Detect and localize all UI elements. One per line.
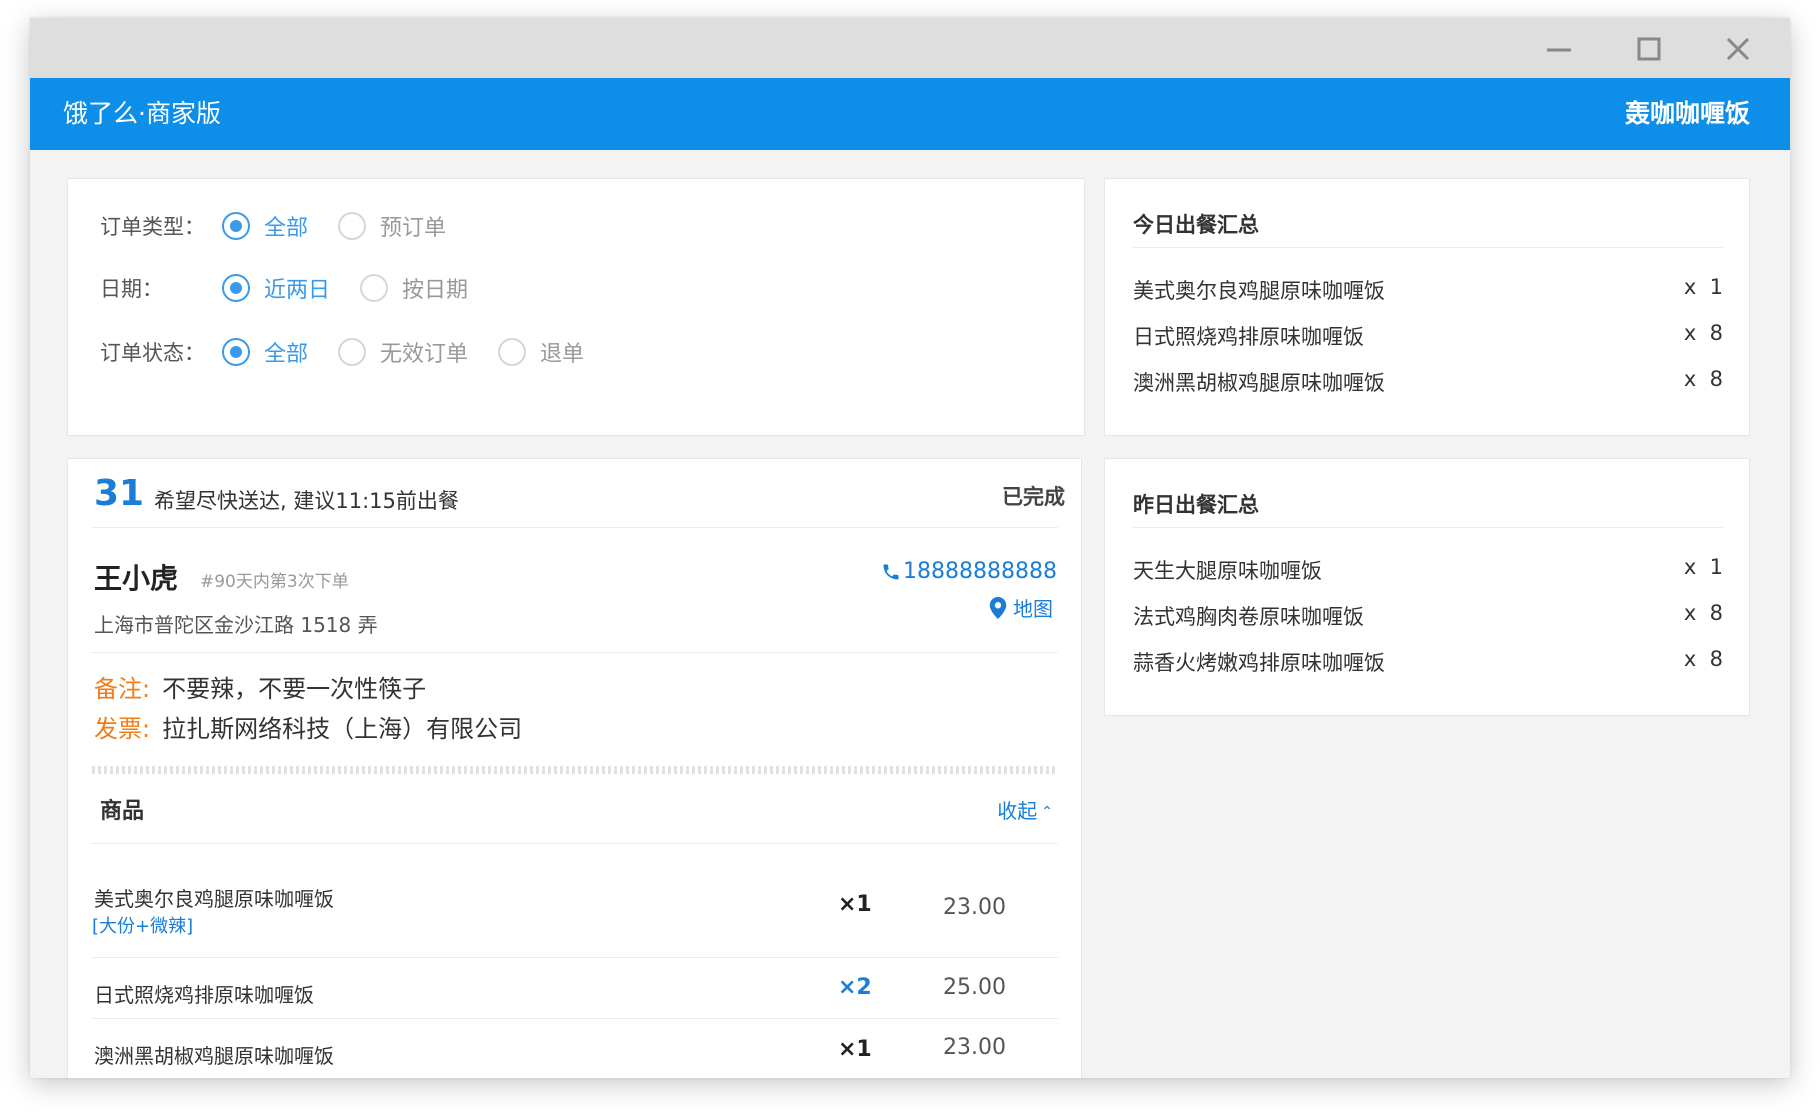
summary-row: 澳洲黑胡椒鸡腿原味咖喱饭 x 8: [1133, 367, 1723, 395]
radio-date-by-date[interactable]: 按日期: [360, 272, 468, 304]
summary-row: 美式奥尔良鸡腿原味咖喱饭 x 1: [1133, 275, 1723, 303]
item-name: 澳洲黑胡椒鸡腿原味咖喱饭: [94, 1044, 334, 1068]
shop-name[interactable]: 轰咖咖喱饭: [1625, 78, 1750, 150]
goods-title: 商品: [100, 799, 145, 824]
summary-row: 蒜香火烤嫩鸡排原味咖喱饭 x 8: [1133, 647, 1723, 675]
yesterday-summary-title: 昨日出餐汇总: [1133, 493, 1259, 517]
radio-status-refund[interactable]: 退单: [498, 336, 584, 368]
item-price: 23.00: [943, 895, 1006, 920]
app-header: 饿了么·商家版 轰咖咖喱饭: [30, 78, 1790, 150]
dashed-divider: [92, 766, 1058, 774]
summary-row: 天生大腿原味咖喱饭 x 1: [1133, 555, 1723, 583]
remark-row: 备注: 不要辣，不要一次性筷子: [94, 669, 426, 704]
title-bar: [30, 18, 1790, 78]
today-summary-title: 今日出餐汇总: [1133, 213, 1259, 237]
radio-date-recent[interactable]: 近两日: [222, 272, 330, 304]
summary-row: 日式照烧鸡排原味咖喱饭 x 8: [1133, 321, 1723, 349]
maximize-icon[interactable]: [1632, 32, 1666, 66]
today-summary-card: 今日出餐汇总 美式奥尔良鸡腿原味咖喱饭 x 1 日式照烧鸡排原味咖喱饭 x 8 澳洲…: [1104, 178, 1750, 436]
customer-order-note: #90天内第3次下单: [200, 572, 349, 592]
filter-date: 日期： 近两日 按日期: [100, 271, 498, 305]
radio-icon: [222, 274, 250, 302]
item-name: 美式奥尔良鸡腿原味咖喱饭: [94, 887, 334, 911]
divider: [92, 652, 1058, 653]
item-price: 25.00: [943, 975, 1006, 1000]
customer-address: 上海市普陀区金沙江路 1518 弄: [94, 613, 378, 637]
item-name: 日式照烧鸡排原味咖喱饭: [94, 983, 314, 1007]
radio-order-type-preorder[interactable]: 预订单: [338, 210, 446, 242]
collapse-button[interactable]: 收起 ⌃: [997, 795, 1053, 824]
app-window: 饿了么·商家版 轰咖咖喱饭 订单类型： 全部 预订单 日期： 近两日 按日期 订…: [30, 18, 1790, 1078]
item-price: 23.00: [943, 1035, 1006, 1060]
minimize-icon[interactable]: [1542, 32, 1576, 66]
filter-label: 订单状态：: [100, 341, 205, 365]
radio-icon: [360, 274, 389, 302]
radio-icon: [338, 212, 367, 240]
filter-order-type: 订单类型： 全部 预订单: [100, 209, 476, 243]
invoice-row: 发票: 拉扎斯网络科技（上海）有限公司: [94, 709, 522, 744]
customer-phone[interactable]: 18888888888: [881, 559, 1057, 584]
item-quantity: ×2: [838, 975, 872, 1000]
radio-order-type-all[interactable]: 全部: [222, 210, 308, 242]
divider: [1133, 247, 1723, 248]
remark-text: 不要辣，不要一次性筷子: [162, 675, 427, 703]
radio-icon: [498, 338, 527, 366]
order-status: 已完成: [1002, 485, 1065, 509]
item-quantity: ×1: [838, 892, 872, 917]
divider: [92, 1018, 1058, 1019]
filter-order-status: 订单状态： 全部 无效订单 退单: [100, 335, 614, 369]
radio-status-all[interactable]: 全部: [222, 336, 308, 368]
radio-icon: [222, 212, 250, 240]
filter-label: 日期：: [100, 277, 163, 301]
invoice-text: 拉扎斯网络科技（上海）有限公司: [162, 715, 523, 743]
order-hint: 希望尽快送达, 建议11:15前出餐: [154, 489, 459, 513]
summary-row: 法式鸡胸肉卷原味咖喱饭 x 8: [1133, 601, 1723, 629]
divider: [92, 843, 1058, 844]
order-card: 31 希望尽快送达, 建议11:15前出餐 已完成 王小虎 #90天内第3次下单…: [67, 458, 1082, 1078]
phone-icon: [883, 564, 899, 579]
divider: [92, 527, 1058, 528]
filter-panel: 订单类型： 全部 预订单 日期： 近两日 按日期 订单状态： 全部 无效订单 退…: [67, 178, 1085, 436]
item-quantity: ×1: [838, 1037, 872, 1062]
location-pin-icon: [989, 596, 1007, 619]
item-spec: [大份+微辣]: [92, 916, 194, 937]
divider: [92, 957, 1058, 958]
divider: [1133, 527, 1723, 528]
close-icon[interactable]: [1721, 32, 1755, 66]
map-link[interactable]: 地图: [989, 593, 1053, 622]
remark-label: 备注:: [94, 675, 151, 703]
order-number: 31: [94, 473, 145, 514]
radio-icon: [338, 338, 367, 366]
filter-label: 订单类型：: [100, 215, 205, 239]
yesterday-summary-card: 昨日出餐汇总 天生大腿原味咖喱饭 x 1 法式鸡胸肉卷原味咖喱饭 x 8 蒜香火烤嫩…: [1104, 458, 1750, 716]
customer-name: 王小虎: [94, 562, 179, 595]
chevron-up-icon: ⌃: [1041, 804, 1053, 820]
invoice-label: 发票:: [94, 715, 151, 743]
radio-status-invalid[interactable]: 无效订单: [338, 336, 468, 368]
app-brand: 饿了么·商家版: [63, 99, 221, 128]
radio-icon: [222, 338, 250, 366]
